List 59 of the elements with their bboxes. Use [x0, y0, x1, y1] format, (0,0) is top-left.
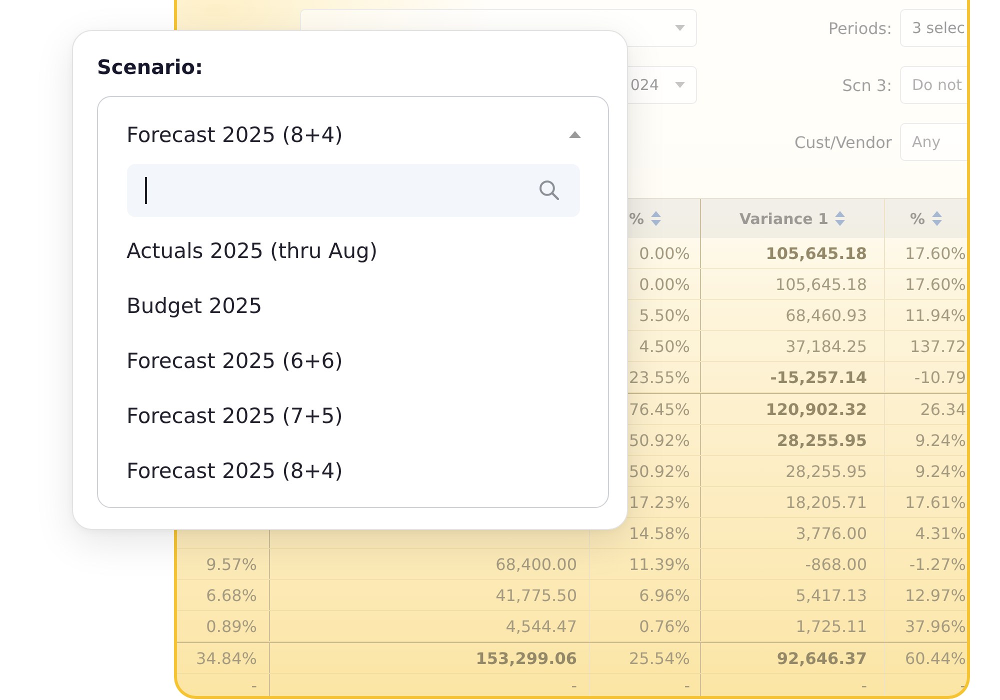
table-cell: 28,255.95 [701, 456, 885, 486]
table-cell: 4,544.47 [270, 611, 590, 641]
table-cell: - [177, 674, 270, 696]
dropdown-option[interactable]: Forecast 2025 (6+6) [126, 348, 343, 372]
dropdown-option[interactable]: Actuals 2025 (thru Aug) [126, 238, 378, 262]
table-cell: 1,725.11 [701, 611, 885, 641]
table-cell-text: 9.24% [914, 430, 967, 452]
table-cell: 18,205.71 [701, 487, 885, 517]
table-cell-text: 17.60% [904, 274, 967, 296]
table-cell-text: 9.24% [914, 460, 967, 482]
table-cell: 105,645.18 [701, 238, 885, 268]
table-cell: 11.39% [590, 549, 701, 579]
table-cell-text: 26.34 [919, 398, 967, 420]
table-cell-text: -1.27% [908, 554, 967, 576]
sort-icon [932, 211, 942, 226]
table-cell-text: 17.61% [904, 492, 967, 514]
table-cell: 68,400.00 [270, 549, 590, 579]
table-cell: 68,460.93 [701, 300, 885, 330]
table-cell-text: 137.72 [909, 336, 967, 358]
table-cell: - [701, 674, 885, 696]
search-field[interactable] [126, 164, 580, 216]
table-cell: 92,646.37 [701, 643, 885, 673]
table-cell-text: 11.94% [904, 304, 967, 326]
table-cell-text: 4.31% [914, 522, 967, 544]
dropdown-toggle[interactable]: Forecast 2025 (8+4) [126, 122, 580, 146]
table-cell: 28,255.95 [701, 425, 885, 455]
table-cell: 153,299.06 [270, 643, 590, 673]
table-cell-text: 12.97% [904, 584, 967, 606]
table-cell: -868.00 [701, 549, 885, 579]
filter-label: Scn 3: [841, 76, 892, 94]
table-cell: - [590, 674, 701, 696]
search-icon[interactable] [539, 180, 559, 200]
table-cell: -15,257.14 [701, 362, 885, 392]
table-cell: 6.68% [177, 580, 270, 610]
table-cell: 6.96% [590, 580, 701, 610]
dropdown-option[interactable]: Budget 2025 [126, 294, 262, 318]
table-cell-text: -10.79 [913, 366, 967, 388]
table-cell: 0.76% [590, 611, 701, 641]
table-cell-text: 60.44% [904, 648, 967, 670]
table-cell: 105,645.18 [701, 269, 885, 299]
filter-label: Periods: [827, 18, 892, 38]
dropdown-option[interactable]: Forecast 2025 (7+5) [126, 404, 343, 428]
table-cell: 34.84% [177, 643, 270, 673]
table-cell: 25.54% [590, 643, 701, 673]
popup-title: Scenario: [97, 55, 204, 79]
table-cell: 37,184.25 [701, 331, 885, 361]
table-cell: 120,902.32 [701, 394, 885, 424]
table-cell: 9.57% [177, 549, 270, 579]
table-cell: 3,776.00 [701, 518, 885, 548]
table-cell: - [270, 674, 590, 696]
dropdown-option[interactable]: Forecast 2025 (8+4) [126, 458, 343, 482]
table-cell-text: 37.96% [904, 616, 967, 638]
table-cell-text: 17.60% [904, 242, 967, 264]
table-cell: 41,775.50 [270, 580, 590, 610]
filter-label: Cust/Vendor [793, 132, 892, 152]
table-cell: 0.89% [177, 611, 270, 641]
sort-icon [651, 211, 662, 226]
table-cell: 5,417.13 [701, 580, 885, 610]
sort-icon [835, 211, 846, 226]
